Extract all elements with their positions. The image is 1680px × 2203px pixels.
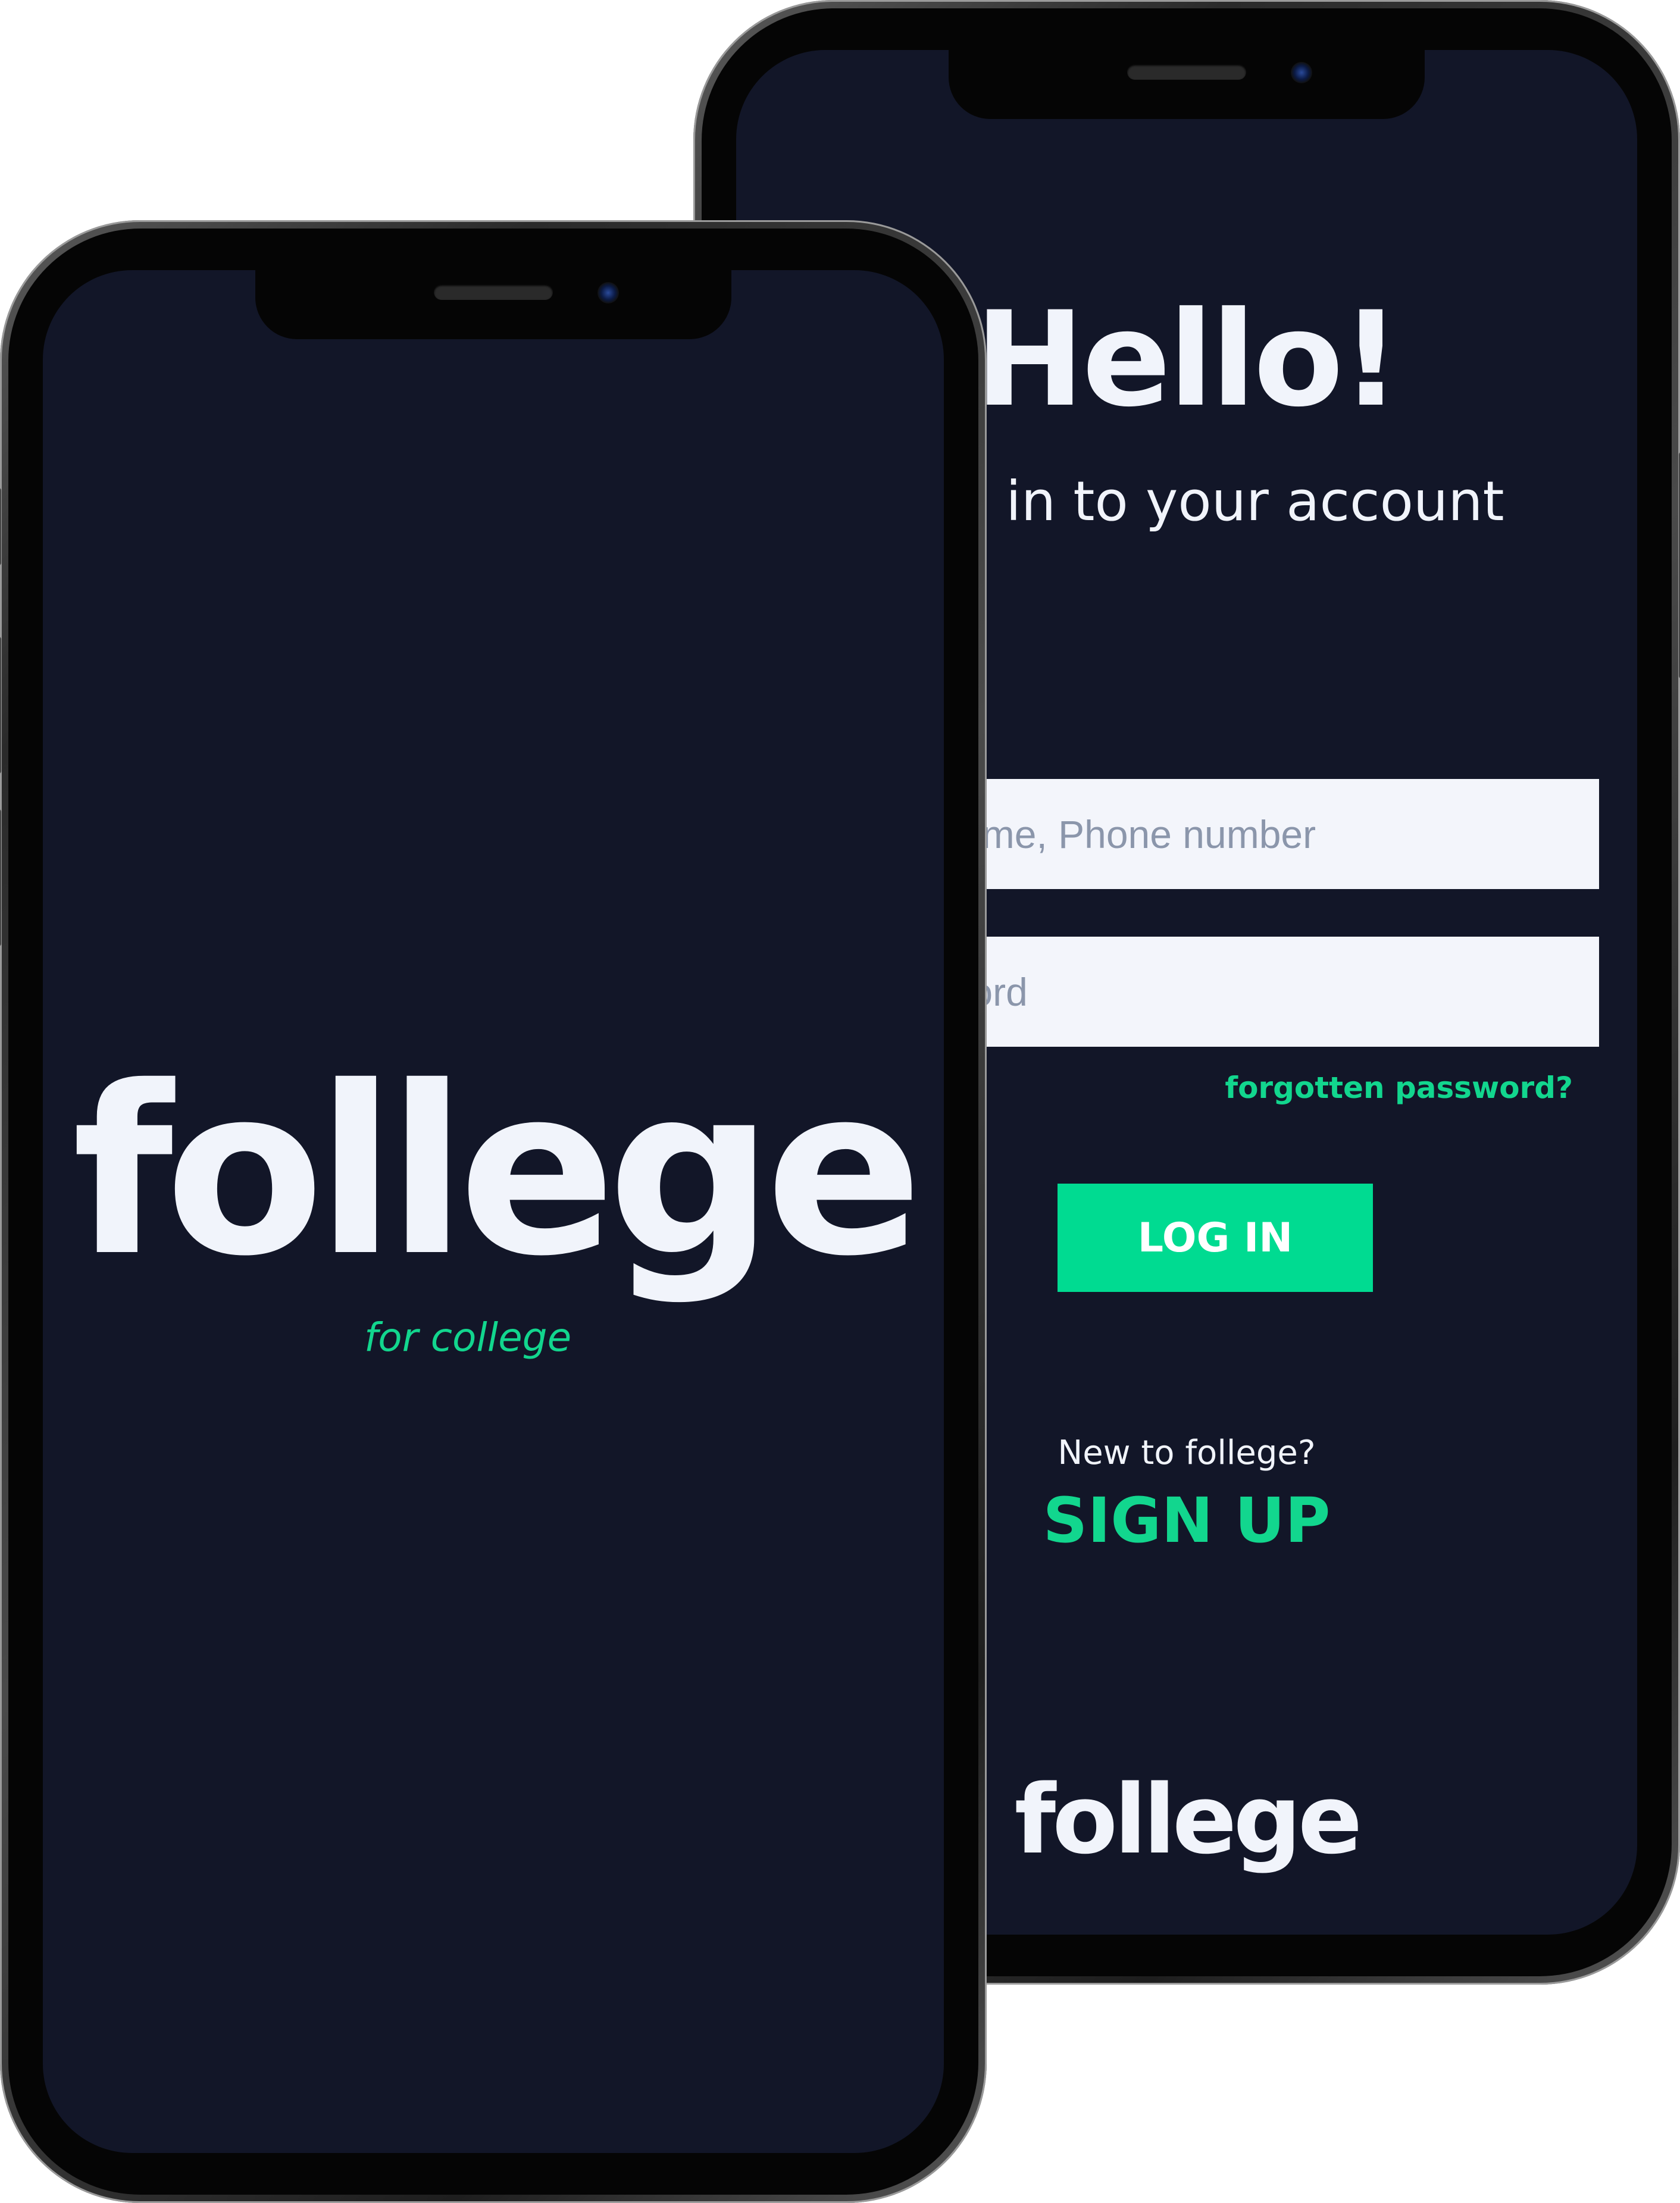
phone-bezel: follege for college <box>8 229 978 2195</box>
notch <box>255 270 731 339</box>
splash-screen: follege for college <box>43 270 944 2153</box>
camera-icon <box>1291 62 1312 83</box>
notch <box>949 50 1425 119</box>
splash-logo: follege <box>72 1037 922 1307</box>
splash-phone: follege for college <box>0 220 987 2203</box>
speaker-grille <box>434 284 553 300</box>
forgot-password-link[interactable]: forgotten password? <box>1225 1071 1573 1105</box>
splash-tagline: for college <box>364 1315 572 1360</box>
camera-icon <box>597 282 619 303</box>
mute-switch <box>0 488 1 565</box>
volume-up-button <box>0 637 1 774</box>
speaker-grille <box>1127 64 1246 80</box>
mockup-stage: Hello! Sign in to your account forgotten… <box>0 0 1680 2203</box>
volume-down-button <box>0 809 1 946</box>
login-button[interactable]: LOG IN <box>1058 1184 1373 1292</box>
